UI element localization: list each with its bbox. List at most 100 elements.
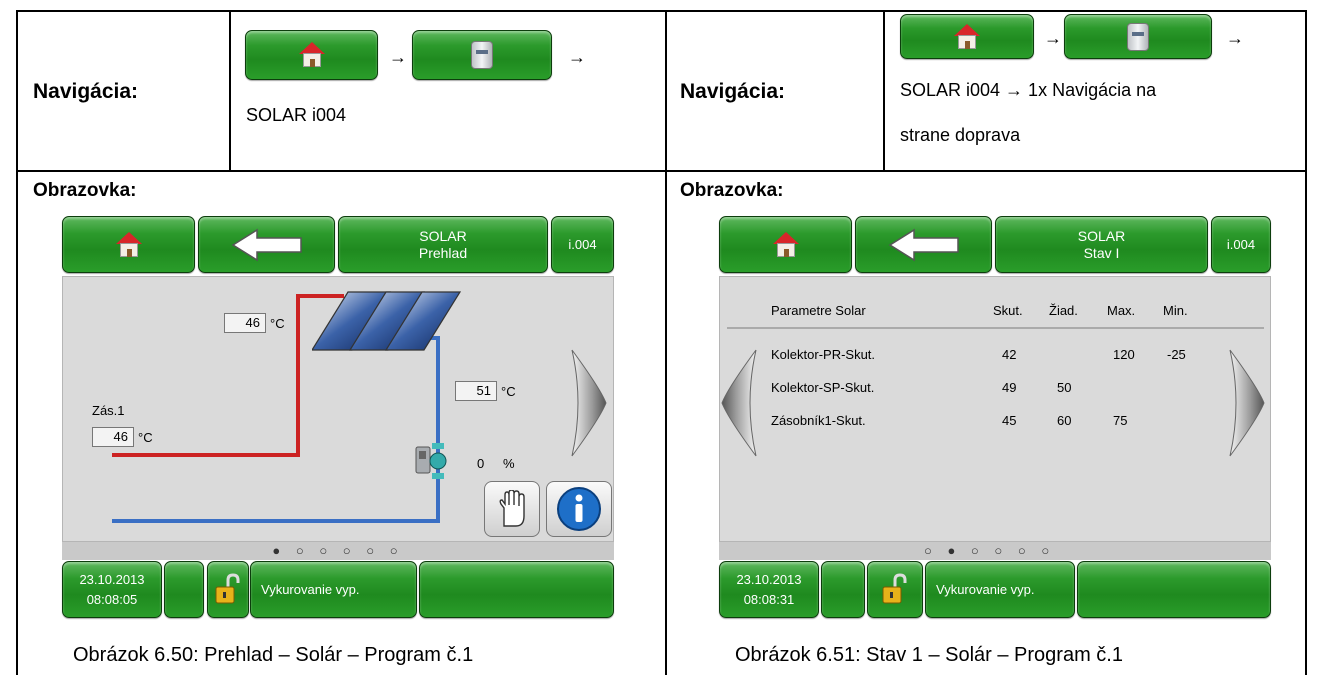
left-nav-boiler-button (412, 30, 552, 80)
datetime-display: 23.10.2013 08:08:31 (719, 561, 819, 618)
table-cell: Zásobník1-Skut. (771, 413, 866, 428)
footer-blank-button[interactable] (821, 561, 865, 618)
page-indicator: ○ ● ○ ○ ○ ○ (719, 542, 1271, 560)
screen-code: i.004 (568, 237, 597, 252)
right-screen-label: Obrazovka: (680, 180, 784, 201)
tank-temp-unit: °C (138, 430, 153, 445)
back-button[interactable] (855, 216, 992, 273)
screen-title: SOLAR Stav I (995, 216, 1208, 273)
back-arrow-icon (231, 228, 302, 261)
footer-status: Vykurovanie vyp. (261, 582, 360, 597)
info-button[interactable] (546, 481, 612, 537)
screen-title-line2: Stav I (1083, 244, 1120, 261)
column-header: Max. (1107, 303, 1136, 318)
status-display: Vykurovanie vyp. (925, 561, 1075, 618)
footer-date: 23.10.2013 (79, 571, 145, 587)
column-header: Parametre Solar (771, 303, 866, 318)
collector-temp-unit: °C (270, 316, 285, 331)
screen-title-line1: SOLAR (419, 227, 467, 244)
lock-button[interactable] (867, 561, 923, 618)
table-cell: 42 (1002, 347, 1017, 362)
unlock-icon (215, 572, 240, 603)
left-nav-path: SOLAR i004 (246, 105, 347, 125)
screen-code-button[interactable]: i.004 (551, 216, 614, 273)
manual-mode-button[interactable] (484, 481, 540, 537)
screen-title: SOLAR Prehlad (338, 216, 548, 273)
screen-title-line2: Prehlad (418, 244, 468, 261)
right-nav-arrow-1: → (1044, 28, 1062, 48)
table-cell: 49 (1002, 380, 1017, 395)
column-header: Min. (1163, 303, 1188, 318)
right-figure-caption: Obrázok 6.51: Stav 1 – Solár – Program č… (735, 644, 1123, 666)
right-nav-boiler-button (1064, 14, 1212, 59)
tank-label: Zás.1 (92, 403, 125, 418)
right-nav-label: Navigácia: (680, 80, 786, 103)
left-nav-arrow-1: → (389, 47, 407, 67)
table-divider-left-inner (229, 10, 231, 172)
next-page-arrow[interactable] (1228, 348, 1266, 458)
footer-date: 23.10.2013 (736, 571, 802, 587)
back-button[interactable] (198, 216, 335, 273)
left-figure-caption: Obrázok 6.50: Prehlad – Solár – Program … (73, 644, 474, 666)
back-arrow-icon (888, 228, 959, 261)
table-divider-center (665, 10, 667, 675)
return-temp-value: 51 (455, 381, 497, 401)
table-border-right (1305, 10, 1307, 675)
table-border-mid (16, 170, 1307, 172)
left-nav-home-button (245, 30, 378, 80)
red-pipe-vertical (296, 294, 300, 457)
footer-blank-button[interactable] (164, 561, 204, 618)
home-icon (298, 42, 325, 68)
table-border-left (16, 10, 18, 675)
pump-value: 0 (477, 456, 485, 471)
table-divider-right-inner (883, 10, 885, 172)
datetime-display: 23.10.2013 08:08:05 (62, 561, 162, 618)
collector-temp-value: 46 (224, 313, 266, 333)
column-header: Žiad. (1049, 303, 1078, 318)
screen-title-line1: SOLAR (1077, 227, 1126, 244)
table-cell: -25 (1167, 347, 1186, 362)
right-nav-path-line: SOLAR i004 → 1x Navigácia na (900, 80, 1157, 100)
home-icon (954, 23, 980, 50)
home-icon (115, 231, 142, 258)
left-screen-label: Obrazovka: (33, 180, 137, 201)
lock-button[interactable] (207, 561, 249, 618)
left-nav-label: Navigácia: (33, 80, 139, 103)
right-nav-arrow-2: → (1226, 28, 1244, 48)
boiler-icon (1127, 22, 1149, 51)
page-indicator: ● ○ ○ ○ ○ ○ (62, 542, 614, 560)
tank-temp-value: 46 (92, 427, 134, 447)
unlock-icon (882, 572, 907, 603)
return-temp-unit: °C (501, 384, 516, 399)
status-display: Vykurovanie vyp. (250, 561, 417, 618)
table-cell: Kolektor-SP-Skut. (771, 380, 875, 395)
hand-icon (499, 490, 525, 527)
table-cell: Kolektor-PR-Skut. (771, 347, 876, 362)
solar-collector-icon (312, 291, 462, 351)
blue-pipe-bottom (112, 519, 440, 523)
screen-code: i.004 (1226, 237, 1256, 252)
info-icon (557, 487, 601, 531)
footer-time: 08:08:31 (743, 591, 795, 607)
next-page-arrow[interactable] (570, 348, 608, 458)
home-button[interactable] (62, 216, 195, 273)
footer-time: 08:08:05 (86, 591, 138, 607)
screen-code-button[interactable]: i.004 (1211, 216, 1271, 273)
footer-wide-button[interactable] (1077, 561, 1271, 618)
right-nav-home-button (900, 14, 1034, 59)
previous-page-arrow[interactable] (720, 348, 758, 458)
boiler-icon (471, 41, 493, 69)
table-cell: 50 (1057, 380, 1072, 395)
left-nav-arrow-2: → (568, 47, 586, 67)
table-cell: 60 (1057, 413, 1072, 428)
home-button[interactable] (719, 216, 852, 273)
table-border-top (16, 10, 1307, 12)
footer-wide-button[interactable] (419, 561, 614, 618)
home-icon (772, 231, 799, 258)
pump-icon (415, 443, 447, 479)
column-header: Skut. (993, 303, 1023, 318)
table-cell: 120 (1113, 347, 1135, 362)
right-nav-path-line-2: strane doprava (900, 125, 1021, 145)
table-cell: 75 (1113, 413, 1128, 428)
table-cell: 45 (1002, 413, 1017, 428)
